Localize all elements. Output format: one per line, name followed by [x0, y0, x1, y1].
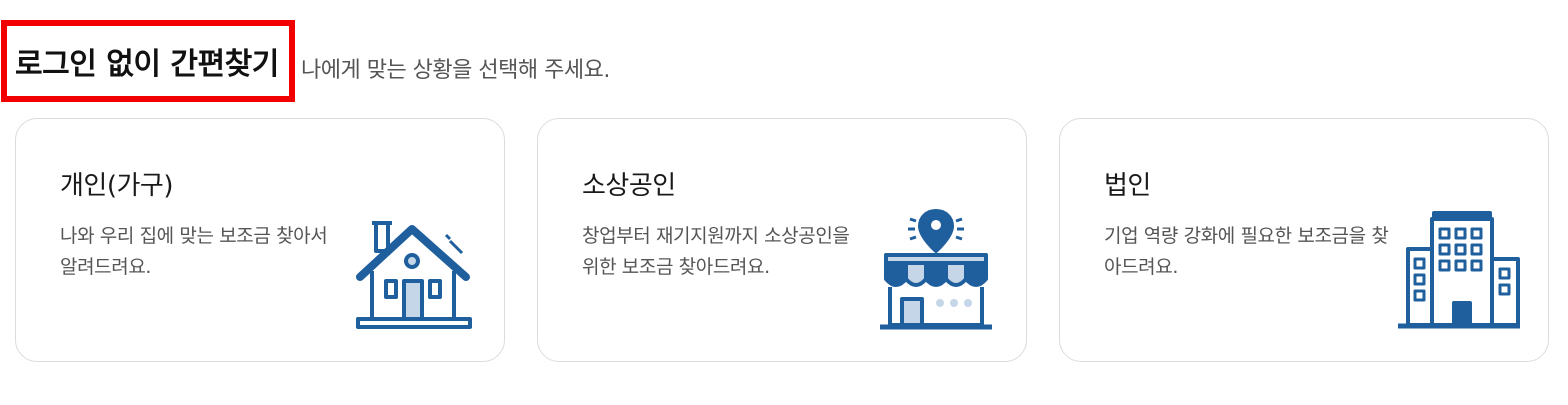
card-title: 소상공인 [582, 171, 676, 201]
title-highlight-box: 로그인 없이 간편찾기 [1, 20, 295, 102]
card-small-business[interactable]: 소상공인 창업부터 재기지원까지 소상공인을 위한 보조금 찾아드려요. [537, 118, 1027, 362]
card-corporation[interactable]: 법인 기업 역량 강화에 필요한 보조금을 찾아드려요. [1059, 118, 1549, 362]
card-description: 창업부터 재기지원까지 소상공인을 위한 보조금 찾아드려요. [582, 225, 850, 278]
card-title: 개인(가구) [60, 171, 173, 201]
card-description: 나와 우리 집에 맞는 보조금 찾아서 알려드려요. [60, 225, 328, 278]
house-icon [350, 207, 480, 337]
store-icon [872, 207, 1002, 337]
card-individual[interactable]: 개인(가구) 나와 우리 집에 맞는 보조금 찾아서 알려드려요. [15, 118, 505, 362]
heading-row: 로그인 없이 간편찾기 나에게 맞는 상황을 선택해 주세요. [0, 16, 610, 106]
page-subtitle: 나에게 맞는 상황을 선택해 주세요. [301, 58, 610, 83]
card-description: 기업 역량 강화에 필요한 보조금을 찾아드려요. [1104, 225, 1389, 278]
category-cards: 개인(가구) 나와 우리 집에 맞는 보조금 찾아서 알려드려요. 소상공인 창… [15, 118, 1549, 362]
page-title: 로그인 없이 간편찾기 [15, 47, 279, 82]
card-title: 법인 [1104, 171, 1151, 201]
building-icon [1394, 207, 1524, 337]
